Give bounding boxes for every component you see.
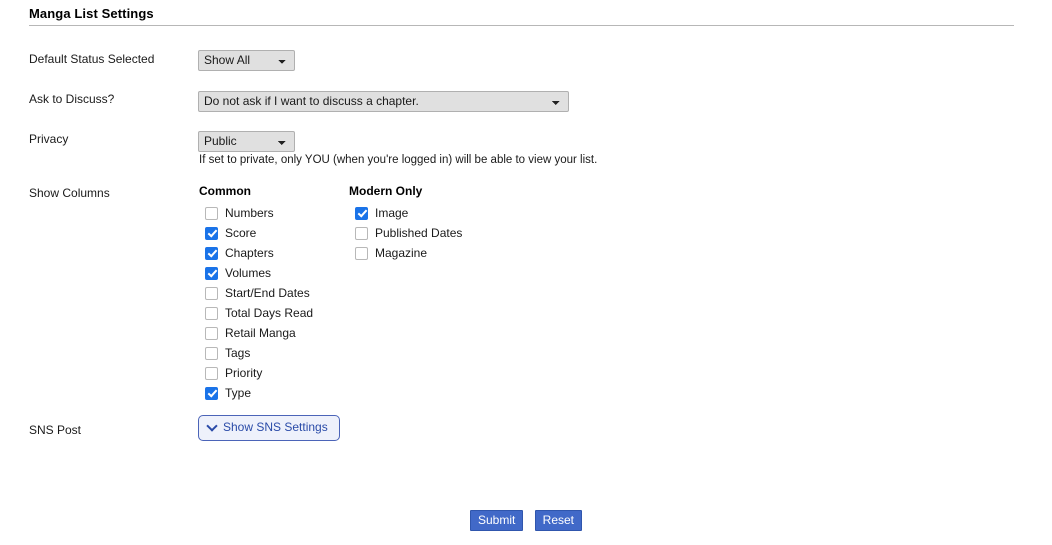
checkbox-row-retail-manga[interactable]: Retail Manga xyxy=(205,323,313,343)
checkbox-label-magazine: Magazine xyxy=(375,246,428,260)
checkbox-label-total-days-read: Total Days Read xyxy=(225,306,314,320)
checkbox-row-tags[interactable]: Tags xyxy=(205,343,313,363)
privacy-select[interactable]: Public xyxy=(198,131,295,152)
form-actions: Submit Reset xyxy=(0,510,1052,531)
checkbox-label-chapters: Chapters xyxy=(225,246,274,260)
checkbox-label-volumes: Volumes xyxy=(225,266,272,280)
checkbox-label-start-end-dates: Start/End Dates xyxy=(225,286,310,300)
title-divider xyxy=(29,25,1014,26)
checkbox-image[interactable] xyxy=(355,206,368,220)
row-sns-post: SNS Post Show SNS Settings xyxy=(0,415,1052,468)
checkbox-label-type: Type xyxy=(225,386,252,400)
checkbox-row-volumes[interactable]: Volumes xyxy=(205,263,313,283)
row-ask-to-discuss: Ask to Discuss? Do not ask if I want to … xyxy=(0,80,1052,120)
checkbox-numbers[interactable] xyxy=(205,206,218,220)
row-privacy: Privacy Public If set to private, only Y… xyxy=(0,120,1052,176)
settings-form: Default Status Selected Show All Ask to … xyxy=(0,40,1052,468)
checkbox-row-priority[interactable]: Priority xyxy=(205,363,313,383)
row-show-columns: Show Columns Common Numbers Score Chapte… xyxy=(0,176,1052,418)
checkbox-label-numbers: Numbers xyxy=(225,206,274,220)
checkbox-retail-manga[interactable] xyxy=(205,326,218,340)
show-sns-settings-button-label: Show SNS Settings xyxy=(223,420,328,434)
checkbox-row-published-dates[interactable]: Published Dates xyxy=(355,223,462,243)
checkbox-row-start-end-dates[interactable]: Start/End Dates xyxy=(205,283,313,303)
checkbox-row-magazine[interactable]: Magazine xyxy=(355,243,462,263)
checkbox-label-priority: Priority xyxy=(225,366,263,380)
show-columns-label: Show Columns xyxy=(29,186,110,200)
submit-button[interactable]: Submit xyxy=(469,510,524,531)
checkbox-row-image[interactable]: Image xyxy=(355,203,462,223)
ask-to-discuss-label: Ask to Discuss? xyxy=(29,92,115,106)
ask-to-discuss-select[interactable]: Do not ask if I want to discuss a chapte… xyxy=(198,91,569,112)
checkbox-start-end-dates[interactable] xyxy=(205,286,218,300)
checkbox-priority[interactable] xyxy=(205,366,218,380)
checkbox-label-published-dates: Published Dates xyxy=(375,226,463,240)
checkbox-row-score[interactable]: Score xyxy=(205,223,313,243)
show-sns-settings-button[interactable]: Show SNS Settings xyxy=(198,415,340,441)
checkbox-score[interactable] xyxy=(205,226,218,240)
checkbox-row-type[interactable]: Type xyxy=(205,383,313,403)
column-group-modern-items: Image Published Dates Magazine xyxy=(349,203,462,263)
checkbox-label-tags: Tags xyxy=(225,346,251,360)
checkbox-published-dates[interactable] xyxy=(355,226,368,240)
checkbox-chapters[interactable] xyxy=(205,246,218,260)
checkbox-row-total-days-read[interactable]: Total Days Read xyxy=(205,303,313,323)
privacy-hint: If set to private, only YOU (when you're… xyxy=(199,154,598,166)
column-group-common-heading: Common xyxy=(199,184,251,198)
sns-post-label: SNS Post xyxy=(29,423,82,437)
page-title-text: Manga List Settings xyxy=(29,6,154,21)
default-status-label: Default Status Selected xyxy=(29,52,155,66)
column-group-common: Common Numbers Score Chapters Volumes St… xyxy=(199,184,313,403)
reset-button[interactable]: Reset xyxy=(534,510,583,531)
privacy-label: Privacy xyxy=(29,132,69,146)
checkbox-label-score: Score xyxy=(225,226,257,240)
checkbox-label-image: Image xyxy=(375,206,409,220)
checkbox-magazine[interactable] xyxy=(355,246,368,260)
default-status-select[interactable]: Show All xyxy=(198,50,295,71)
column-group-modern-only: Modern Only Image Published Dates Magazi… xyxy=(349,184,462,263)
column-group-common-items: Numbers Score Chapters Volumes Start/End… xyxy=(199,203,313,403)
column-group-modern-heading: Modern Only xyxy=(349,184,423,198)
row-default-status: Default Status Selected Show All xyxy=(0,40,1052,80)
chevron-down-icon xyxy=(208,421,217,430)
checkbox-row-numbers[interactable]: Numbers xyxy=(205,203,313,223)
checkbox-tags[interactable] xyxy=(205,346,218,360)
checkbox-total-days-read[interactable] xyxy=(205,306,218,320)
checkbox-label-retail-manga: Retail Manga xyxy=(225,326,296,340)
checkbox-volumes[interactable] xyxy=(205,266,218,280)
checkbox-type[interactable] xyxy=(205,386,218,400)
checkbox-row-chapters[interactable]: Chapters xyxy=(205,243,313,263)
